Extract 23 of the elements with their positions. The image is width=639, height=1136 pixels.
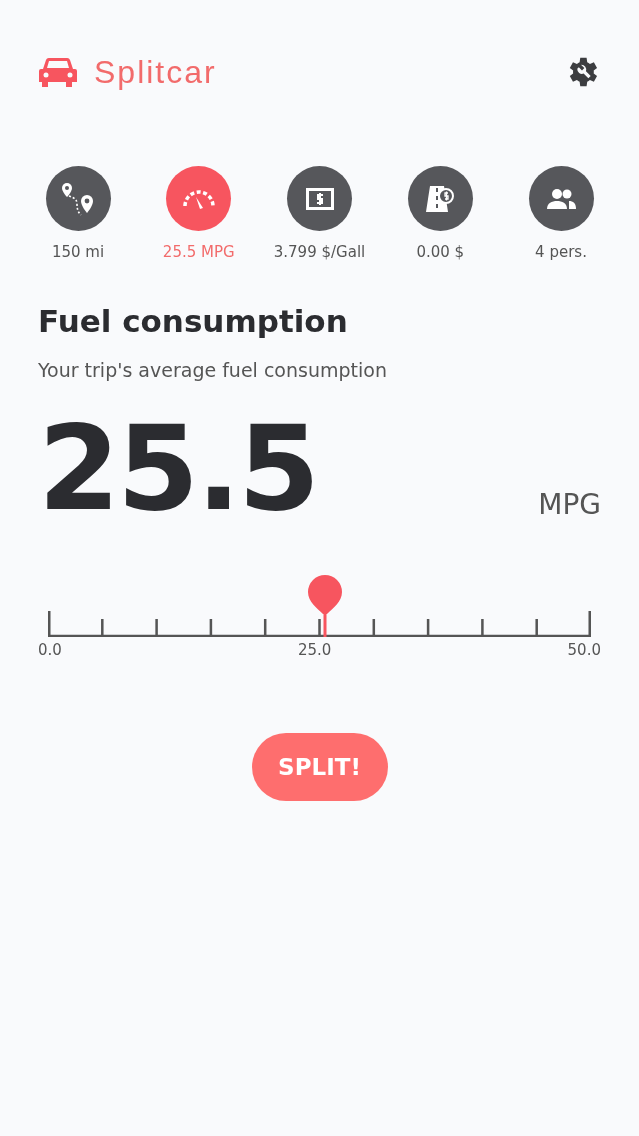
- slider-track[interactable]: [48, 573, 591, 637]
- metric-tab[interactable]: 4 pers.: [503, 166, 619, 261]
- tab-label: 4 pers.: [535, 243, 587, 261]
- tab-label: 25.5 MPG: [162, 243, 235, 261]
- people-icon: [545, 187, 577, 210]
- slider-thumb[interactable]: [305, 573, 344, 637]
- metric-tab[interactable]: 150 mi: [20, 166, 136, 261]
- app-title: Splitcar: [94, 53, 217, 91]
- tab-label: 3.799 $/Gall: [273, 243, 366, 261]
- toll-road-icon: [425, 183, 456, 214]
- banknote-icon: [305, 187, 334, 210]
- tab-label: 150 mi: [51, 243, 105, 261]
- metric-tab[interactable]: 3.799 $/Gall: [261, 166, 378, 261]
- consumption-value: 25.5: [38, 409, 318, 527]
- metric-tab[interactable]: 0.00 $: [382, 166, 499, 261]
- scale-label: 25.0: [298, 641, 332, 659]
- car-icon: [38, 56, 78, 88]
- section-title: Fuel consumption: [38, 303, 349, 339]
- tab-label: 0.00 $: [416, 243, 465, 261]
- scale-label: 0.0: [38, 641, 62, 659]
- unit-label: MPG: [538, 488, 601, 521]
- scale-label: 50.0: [567, 641, 601, 659]
- section-subtitle: Your trip's average fuel consumption: [38, 359, 388, 381]
